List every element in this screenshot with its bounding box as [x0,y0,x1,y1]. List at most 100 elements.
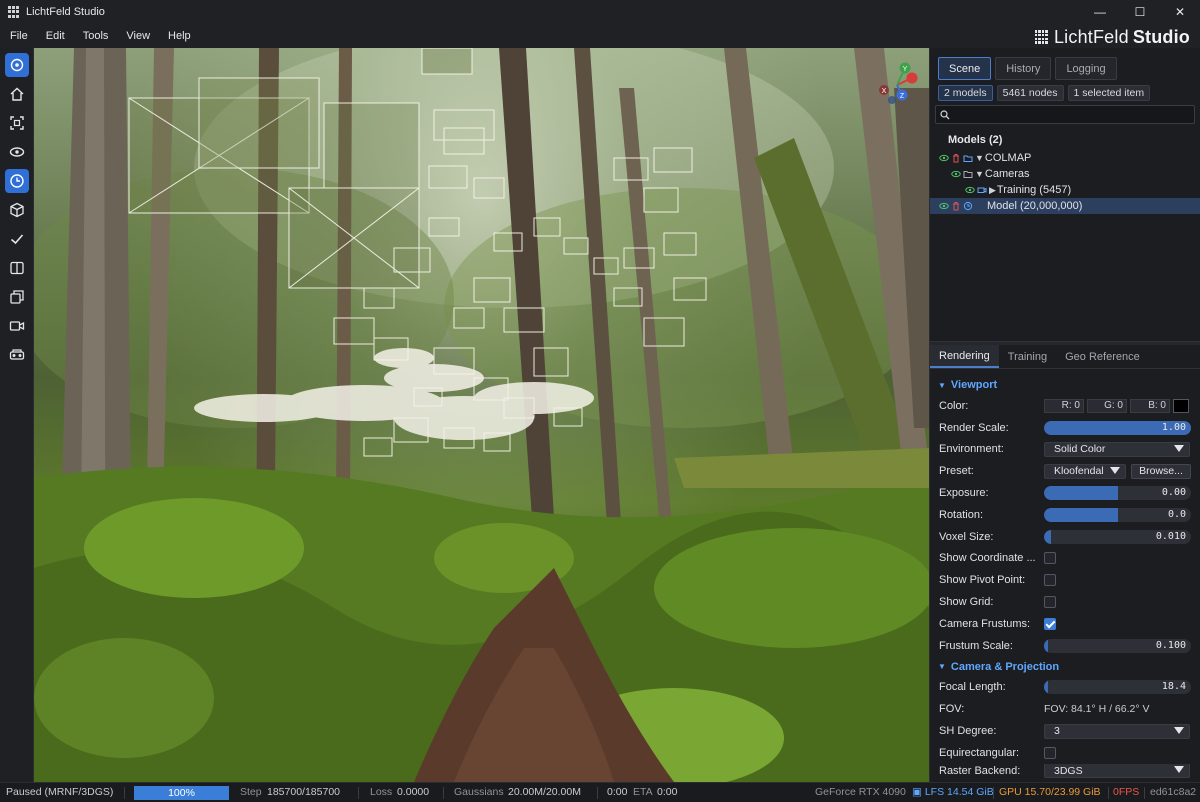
tree-item-training[interactable]: ▶ Training (5457) [930,182,1200,198]
tab-geo-reference[interactable]: Geo Reference [1056,345,1149,368]
exposure-slider[interactable]: 0.00 [1044,486,1191,501]
nodes-count-chip[interactable]: 5461 nodes [996,85,1064,101]
delete-trash-icon[interactable] [951,201,961,211]
browse-button[interactable]: Browse... [1131,463,1191,479]
show-grid-checkbox[interactable] [1044,596,1056,609]
environment-value: Solid Color [1054,443,1106,456]
tree-item-colmap[interactable]: ▼ COLMAP [930,150,1200,166]
layers-button[interactable] [5,285,29,309]
rotate-tool-button[interactable] [5,53,29,77]
render-scale-slider[interactable]: 1.00 [1044,420,1191,435]
dropdown-arrow-icon [1110,466,1120,474]
raster-backend-label: Raster Backend: [939,764,1021,777]
training-progress-bar: 100% [134,786,229,800]
frame-button[interactable] [5,111,29,135]
forest-scene-render [34,48,929,782]
tab-history[interactable]: History [995,57,1052,80]
focal-length-slider[interactable]: 18.4 [1044,680,1191,695]
3d-viewport[interactable]: X Y Z [34,48,929,782]
home-button[interactable] [5,82,29,106]
loss-value: 0.0000 [397,786,430,798]
close-button[interactable]: ✕ [1160,0,1200,24]
color-b-field[interactable]: B: 0 [1130,398,1170,413]
tree-item-model[interactable]: Model (20,000,000) [930,198,1200,214]
show-grid-row: Show Grid: [930,591,1200,613]
dropdown-arrow-icon [1174,766,1184,774]
tab-rendering[interactable]: Rendering [930,345,999,368]
clock-button[interactable] [5,169,29,193]
tab-scene[interactable]: Scene [938,57,992,80]
eye-button[interactable] [5,140,29,164]
sh-degree-select[interactable]: 3 [1044,723,1190,739]
maximize-button[interactable]: ☐ [1120,0,1160,24]
frame-icon [10,116,24,130]
frustum-scale-slider[interactable]: 0.100 [1044,638,1191,653]
color-r-field[interactable]: R: 0 [1044,398,1084,413]
preset-value: Kloofendal [1054,465,1104,478]
axis-gizmo[interactable]: X Y Z [872,60,922,110]
delete-trash-icon[interactable] [951,153,961,163]
expand-caret-icon[interactable]: ▼ [975,169,984,179]
menu-help[interactable]: Help [159,30,200,42]
voxel-size-slider[interactable]: 0.010 [1044,529,1191,544]
selected-count-chip[interactable]: 1 selected item [1067,85,1151,101]
expand-caret-icon[interactable]: ▼ [975,153,984,163]
status-bar: Paused (MRNF/3DGS) 100% Step 185700/1857… [0,782,1200,802]
rotation-slider[interactable]: 0.0 [1044,507,1191,522]
tab-logging[interactable]: Logging [1055,57,1117,80]
tab-training[interactable]: Training [999,345,1056,368]
left-toolbar [0,48,34,782]
environment-select[interactable]: Solid Color [1044,441,1190,457]
dropdown-arrow-icon [1174,444,1184,452]
cube-button[interactable] [5,198,29,222]
menu-file[interactable]: File [0,30,37,42]
gaussians-label: Gaussians [454,786,504,798]
raster-backend-select[interactable]: 3DGS [1044,763,1190,778]
loss-label: Loss [370,786,393,798]
brand-name-light: LichtFeld [1053,26,1129,47]
rotation-row: Rotation: 0.0 [930,504,1200,526]
models-count-chip[interactable]: 2 models [938,85,993,101]
show-pivot-checkbox[interactable] [1044,574,1056,587]
color-g-field[interactable]: G: 0 [1087,398,1127,413]
split-view-button[interactable] [5,256,29,280]
exposure-row: Exposure: 0.00 [930,482,1200,504]
search-input[interactable] [954,108,1194,121]
visibility-eye-icon[interactable] [939,153,949,163]
menu-tools[interactable]: Tools [74,30,118,42]
eye-icon [9,147,25,157]
color-swatch[interactable] [1173,398,1189,413]
equirectangular-checkbox[interactable] [1044,746,1056,759]
collapse-caret-icon[interactable]: ▶ [989,185,996,196]
brand-grid-icon [1034,30,1049,44]
right-panel: Scene History Logging 2 models 5461 node… [929,48,1200,782]
clock-icon [10,174,24,188]
section-title: Camera & Projection [950,660,1060,673]
minimize-button[interactable]: — [1080,0,1120,24]
section-title: Viewport [950,379,998,391]
gpu-memory: GPU 15.70/23.99 GiB [999,786,1101,798]
viewport-section-header[interactable]: ▼ Viewport [930,375,1200,395]
commit-hash: ed61c8a2 [1150,786,1197,798]
visibility-eye-icon[interactable] [965,185,975,195]
camera-frustums-checkbox[interactable] [1044,617,1056,630]
tree-item-cameras[interactable]: ▼ Cameras [930,166,1200,182]
preset-select[interactable]: Kloofendal [1044,463,1126,479]
visibility-eye-icon[interactable] [939,201,949,211]
gpu-name: GeForce RTX 4090 [815,786,906,798]
fov-row: FOV: FOV: 84.1° H / 66.2° V [930,698,1200,720]
app-logo-icon [8,6,20,18]
check-button[interactable] [5,227,29,251]
scene-search[interactable] [935,105,1195,124]
camera-projection-section-header[interactable]: ▼ Camera & Projection [930,657,1200,677]
menu-edit[interactable]: Edit [37,30,74,42]
show-coordinate-checkbox[interactable] [1044,552,1056,565]
video-camera-button[interactable] [5,314,29,338]
step-value: 185700/185700 [267,786,340,798]
menu-view[interactable]: View [117,30,159,42]
frustum-scale-value: 0.100 [1155,639,1186,651]
visibility-eye-icon[interactable] [951,169,961,179]
vr-button[interactable] [5,343,29,367]
sh-degree-row: SH Degree: 3 [930,720,1200,742]
color-row: Color: R: 0 G: 0 B: 0 [930,395,1200,417]
